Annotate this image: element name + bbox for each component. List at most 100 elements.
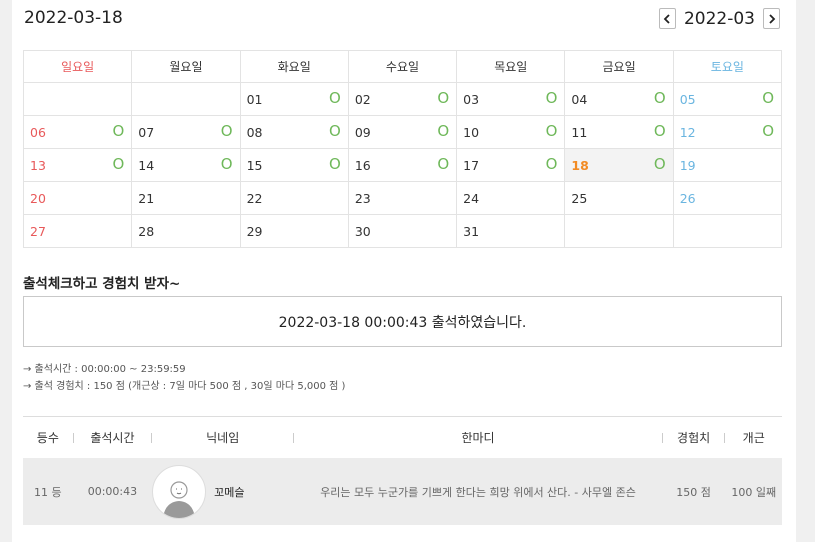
header-message: 한마디 <box>461 431 495 445</box>
calendar-day-cell[interactable]: 14 O <box>131 148 241 182</box>
calendar-day-cell[interactable]: 06 O <box>22 115 133 149</box>
calendar-day-cell[interactable]: 05 O <box>672 82 783 116</box>
table-row: 11 등 00:00:43 꼬메슬 우리는 모두 누군가를 기쁘게 한다는 희망… <box>23 458 782 525</box>
calendar-day-number: 15 <box>246 158 263 173</box>
calendar-day-cell[interactable]: 12 O <box>672 115 783 149</box>
row-streak: 100 일째 <box>731 485 777 499</box>
avatar[interactable] <box>152 464 207 519</box>
calendar-day-number: 22 <box>246 191 263 206</box>
calendar-day-cell[interactable]: 17 O <box>456 148 566 182</box>
attendance-time-info: → 출석시간 : 00:00:00 ~ 23:59:59 <box>23 364 186 375</box>
calendar-day-number: 02 <box>354 92 371 107</box>
calendar-day-number: 17 <box>463 158 480 173</box>
attendance-mark-icon: O <box>545 89 558 107</box>
calendar-empty-cell <box>131 82 241 116</box>
prev-month-button[interactable] <box>658 8 676 29</box>
calendar-day-number: 20 <box>30 191 46 206</box>
calendar-day-number: 05 <box>679 92 696 107</box>
calendar-day-number: 16 <box>354 158 371 173</box>
calendar-day-cell[interactable]: 26 <box>672 181 783 215</box>
calendar-day-cell[interactable]: 20 <box>22 181 133 215</box>
month-navigation: 2022-03 <box>658 8 780 29</box>
calendar-day-cell[interactable]: 21 <box>131 181 241 215</box>
calendar-day-cell[interactable]: 04 O <box>564 82 674 116</box>
month-label: 2022-03 <box>683 8 755 29</box>
row-time: 00:00:43 <box>87 485 138 498</box>
attendance-panel: 2022-03-18 2022-03 일요일 월요일 화요일 수요일 목요일 금요일 토요일… <box>12 0 796 542</box>
calendar-day-number: 06 <box>30 125 46 140</box>
calendar-day-number: 14 <box>138 158 155 173</box>
calendar-day-cell[interactable]: 01 O <box>239 82 349 116</box>
row-nickname-cell: 꼬메슬 <box>152 464 293 519</box>
row-rank: 11 등 <box>34 485 62 499</box>
attendance-mark-icon: O <box>329 89 341 107</box>
attendance-mark-icon: O <box>437 122 450 140</box>
calendar-day-number: 12 <box>679 125 696 140</box>
calendar-empty-cell <box>564 214 674 248</box>
calendar-day-number: 21 <box>138 191 155 206</box>
attendance-mark-icon: O <box>329 122 341 140</box>
attendance-mark-icon: O <box>329 155 341 173</box>
calendar-day-number: 28 <box>138 224 155 239</box>
calendar-day-cell[interactable]: 03 O <box>456 82 566 116</box>
calendar-day-cell[interactable]: 15 O <box>239 148 349 182</box>
attendance-mark-icon: O <box>220 122 233 140</box>
calendar-week-row: 13 O 14 O 15 O 16 O 17 O 18 O 19 <box>22 148 783 182</box>
attendance-calendar: 일요일 월요일 화요일 수요일 목요일 금요일 토요일 01 O 02 O 03 O 04 O 05 O 06 O… <box>22 50 783 248</box>
calendar-day-cell[interactable]: 27 <box>22 214 133 248</box>
user-avatar-icon <box>163 480 196 518</box>
header-time: 출석시간 <box>90 431 135 445</box>
calendar-day-cell[interactable]: 25 <box>564 181 674 215</box>
calendar-day-cell[interactable]: 16 O <box>347 148 458 182</box>
calendar-day-number: 25 <box>571 191 588 206</box>
chevron-left-icon <box>664 13 671 24</box>
header-nickname: 닉네임 <box>206 431 240 445</box>
attendance-mark-icon: O <box>545 155 558 173</box>
selected-date: 2022-03-18 <box>24 8 123 28</box>
calendar-day-cell[interactable]: 11 O <box>564 115 674 149</box>
calendar-day-cell[interactable]: 07 O <box>131 115 241 149</box>
calendar-day-cell[interactable]: 28 <box>131 214 241 248</box>
calendar-day-number: 03 <box>463 92 480 107</box>
row-nickname[interactable]: 꼬메슬 <box>214 484 244 500</box>
calendar-day-cell[interactable]: 02 O <box>347 82 458 116</box>
calendar-day-number: 10 <box>463 125 480 140</box>
calendar-day-number: 19 <box>679 158 696 173</box>
weekday-header: 일요일 <box>22 50 133 83</box>
calendar-day-cell[interactable]: 23 <box>347 181 458 215</box>
calendar-day-cell[interactable]: 19 <box>672 148 783 182</box>
calendar-day-number: 23 <box>354 191 371 206</box>
row-exp: 150 점 <box>676 485 711 499</box>
calendar-day-cell[interactable]: 22 <box>239 181 349 215</box>
calendar-day-cell[interactable]: 29 <box>239 214 349 248</box>
attendance-mark-icon: O <box>762 122 774 140</box>
calendar-day-number: 09 <box>354 125 371 140</box>
weekday-header: 화요일 <box>239 50 349 83</box>
calendar-day-cell[interactable]: 31 <box>456 214 566 248</box>
calendar-day-cell[interactable]: 08 O <box>239 115 349 149</box>
calendar-day-number: 31 <box>463 224 480 239</box>
ranking-header-row: 등수 출석시간 닉네임 한마디 경험치 개근 <box>23 417 782 458</box>
attendance-mark-icon: O <box>545 122 558 140</box>
chevron-right-icon <box>768 13 775 24</box>
weekday-header: 토요일 <box>672 50 783 83</box>
calendar-day-number: 18 <box>571 158 589 173</box>
calendar-week-row: 20 21 22 23 24 25 26 <box>22 181 783 215</box>
calendar-day-number: 30 <box>354 224 371 239</box>
calendar-day-cell[interactable]: 30 <box>347 214 458 248</box>
header-rank: 등수 <box>36 431 59 445</box>
calendar-empty-cell <box>672 214 783 248</box>
header-exp: 경험치 <box>677 431 711 445</box>
calendar-week-row: 27 28 29 30 31 <box>22 214 783 248</box>
header-streak: 개근 <box>742 431 765 445</box>
calendar-day-cell[interactable]: 10 O <box>456 115 566 149</box>
next-month-button[interactable] <box>763 8 780 29</box>
calendar-day-number: 08 <box>246 125 263 140</box>
calendar-day-number: 29 <box>246 224 263 239</box>
calendar-day-cell[interactable]: 09 O <box>347 115 458 149</box>
calendar-day-cell[interactable]: 24 <box>456 181 566 215</box>
attendance-mark-icon: O <box>653 122 666 140</box>
calendar-day-number: 01 <box>246 92 263 107</box>
calendar-day-cell[interactable]: 13 O <box>22 148 133 182</box>
calendar-day-cell[interactable]: 18 O <box>564 148 674 182</box>
